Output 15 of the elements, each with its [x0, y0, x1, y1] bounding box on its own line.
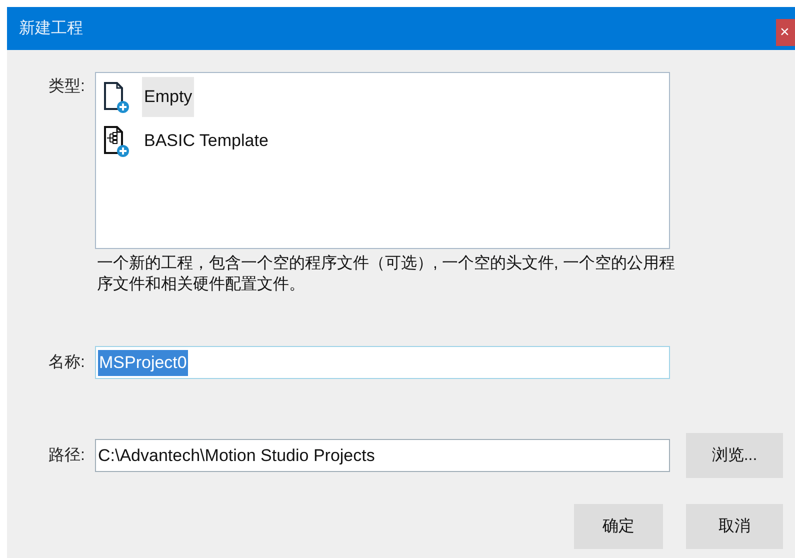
field-label: 路径:: [48, 446, 86, 466]
template-item[interactable]: Empty: [142, 77, 194, 117]
description-text: 一个新的工程，包含一个空的程序文件（可选）, 一个空的头文件, 一个空的公用程序文件和相关硬件配置文件。: [96, 254, 676, 295]
path-field[interactable]: C:\Advantech\Motion Studio Projects: [95, 439, 670, 472]
template-item[interactable]: BASIC Template: [142, 121, 270, 161]
ok-button[interactable]: 确定: [574, 504, 663, 549]
new-diagram-file-icon: [102, 124, 130, 158]
window-title: 新建工程: [19, 18, 83, 39]
cancel-button[interactable]: 取消: [686, 504, 783, 549]
field-label: 类型:: [48, 76, 86, 97]
browse-button[interactable]: 浏览...: [686, 433, 783, 478]
field-label: 名称:: [48, 353, 86, 373]
close-button[interactable]: ×: [776, 19, 795, 46]
new-file-icon: [102, 80, 130, 114]
name-field[interactable]: MSProject0: [95, 346, 670, 379]
